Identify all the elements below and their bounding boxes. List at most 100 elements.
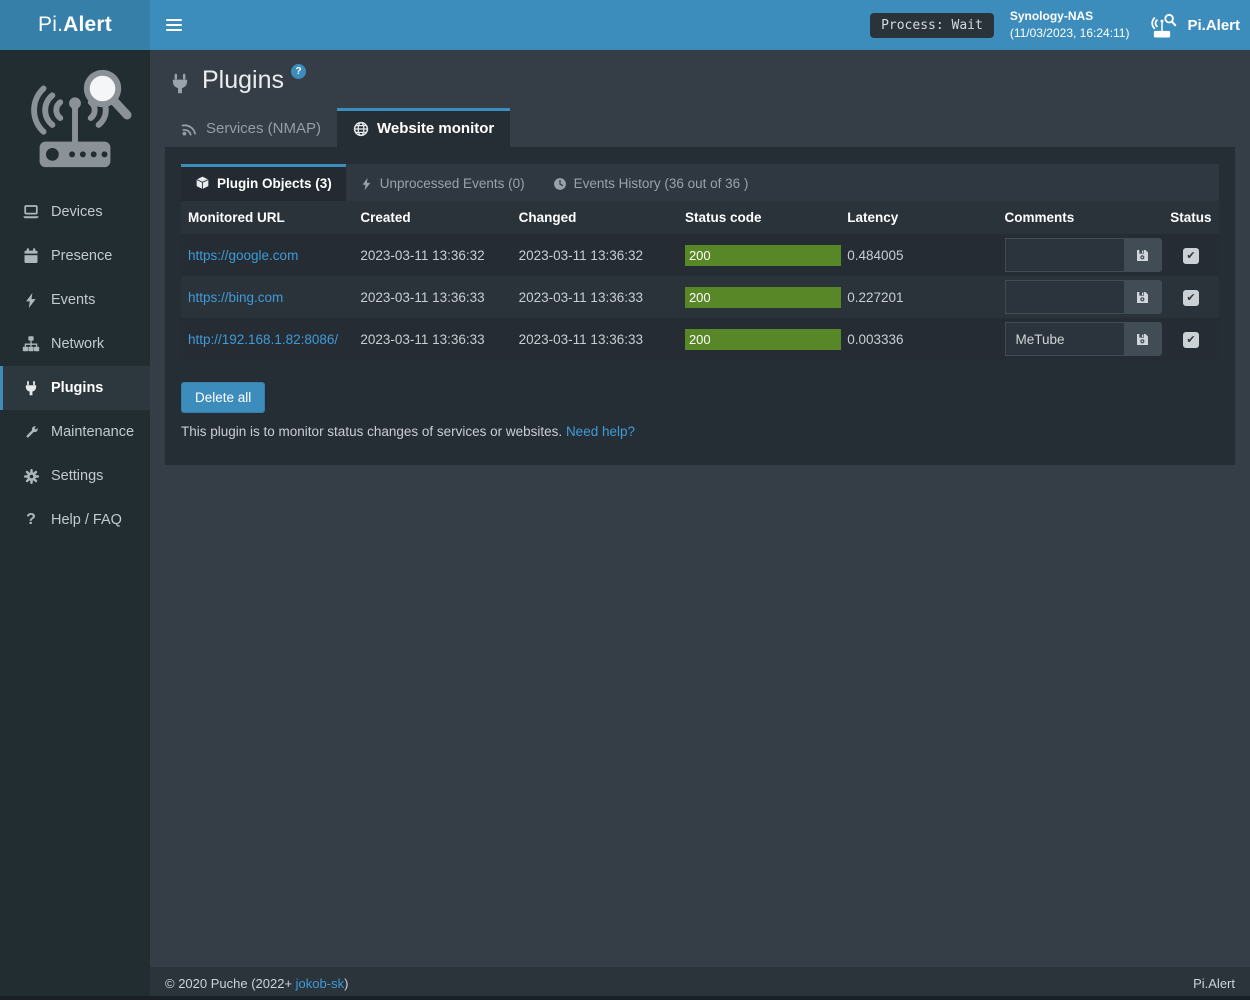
navbar-brand-text: Pi.Alert bbox=[1187, 17, 1240, 34]
host-info: Synology-NAS (11/03/2023, 16:24:11) bbox=[1010, 8, 1130, 42]
save-icon bbox=[1135, 248, 1150, 263]
save-comment-button[interactable] bbox=[1124, 238, 1162, 272]
col-status: Status bbox=[1163, 201, 1219, 234]
sidebar-item-label: Settings bbox=[51, 468, 103, 484]
plug-icon bbox=[169, 72, 191, 96]
comment-input[interactable] bbox=[1005, 322, 1124, 356]
col-monitored-url: Monitored URL bbox=[181, 201, 353, 234]
sidebar-item-label: Presence bbox=[51, 248, 112, 264]
main-content: Plugins ? Services (NMAP) Website monito… bbox=[150, 50, 1250, 967]
monitored-url-link[interactable]: https://google.com bbox=[188, 248, 298, 263]
navbar-brand[interactable]: Pi.Alert bbox=[1145, 11, 1240, 39]
tab-services-nmap[interactable]: Services (NMAP) bbox=[165, 108, 337, 147]
monitored-url-link[interactable]: https://bing.com bbox=[188, 290, 283, 305]
router-search-logo bbox=[16, 62, 134, 174]
save-comment-button[interactable] bbox=[1124, 322, 1162, 356]
wrench-icon bbox=[22, 423, 40, 441]
sidebar-item-presence[interactable]: Presence bbox=[0, 234, 150, 278]
sidebar: Devices Presence Events Network Plugins bbox=[0, 50, 150, 1000]
changed-value: 2023-03-11 13:36:33 bbox=[519, 332, 643, 347]
plug-icon bbox=[22, 379, 40, 397]
col-latency: Latency bbox=[840, 201, 997, 234]
bolt-icon bbox=[22, 291, 40, 309]
top-navbar: Pi.Alert Process: Wait Synology-NAS (11/… bbox=[0, 0, 1250, 50]
sidebar-menu: Devices Presence Events Network Plugins bbox=[0, 190, 150, 542]
sidebar-item-label: Plugins bbox=[51, 380, 103, 396]
app-logo-text: Pi.Alert bbox=[38, 13, 112, 37]
tab-label: Services (NMAP) bbox=[206, 120, 321, 137]
sidebar-item-help-faq[interactable]: ? Help / FAQ bbox=[0, 498, 150, 542]
sidebar-item-network[interactable]: Network bbox=[0, 322, 150, 366]
tab-unprocessed-events[interactable]: Unprocessed Events (0) bbox=[346, 164, 539, 201]
footer-credits: © 2020 Puche (2022+ jokob-sk) bbox=[165, 976, 348, 991]
sidebar-item-settings[interactable]: Settings bbox=[0, 454, 150, 498]
comment-input[interactable] bbox=[1005, 280, 1124, 314]
title-help-badge[interactable]: ? bbox=[291, 64, 306, 79]
calendar-icon bbox=[22, 247, 40, 265]
sidebar-item-events[interactable]: Events bbox=[0, 278, 150, 322]
sidebar-item-label: Devices bbox=[51, 204, 103, 220]
signal-icon bbox=[181, 120, 198, 137]
comment-editor bbox=[1005, 280, 1162, 314]
table-header-row: Monitored URL Created Changed Status cod… bbox=[181, 201, 1219, 234]
footer-credit-text: © 2020 Puche (2022+ bbox=[165, 976, 296, 991]
col-comments: Comments bbox=[998, 201, 1163, 234]
process-status-badge: Process: Wait bbox=[870, 13, 994, 38]
window-bottom-edge bbox=[0, 996, 1250, 1000]
website-monitor-panel: Plugin Objects (3) Unprocessed Events (0… bbox=[165, 147, 1235, 465]
save-comment-button[interactable] bbox=[1124, 280, 1162, 314]
created-value: 2023-03-11 13:36:33 bbox=[360, 290, 484, 305]
page-title-text: Plugins bbox=[202, 66, 284, 95]
cube-icon bbox=[195, 176, 210, 191]
plugin-objects-table: Monitored URL Created Changed Status cod… bbox=[181, 201, 1219, 360]
sidebar-item-devices[interactable]: Devices bbox=[0, 190, 150, 234]
sidebar-item-plugins[interactable]: Plugins bbox=[0, 366, 150, 410]
col-created: Created bbox=[353, 201, 511, 234]
app-logo[interactable]: Pi.Alert bbox=[0, 0, 150, 50]
tab-label: Events History (36 out of 36 ) bbox=[574, 176, 749, 191]
tab-label: Plugin Objects (3) bbox=[217, 176, 332, 191]
delete-all-button[interactable]: Delete all bbox=[181, 382, 265, 413]
status-checkbox[interactable]: ✔ bbox=[1183, 248, 1199, 264]
sitemap-icon bbox=[22, 335, 40, 353]
sidebar-item-label: Network bbox=[51, 336, 104, 352]
need-help-link[interactable]: Need help? bbox=[566, 424, 635, 439]
tab-label: Website monitor bbox=[377, 120, 494, 137]
tab-website-monitor[interactable]: Website monitor bbox=[337, 108, 510, 147]
plugin-object-tabs: Plugin Objects (3) Unprocessed Events (0… bbox=[181, 164, 1219, 201]
footer-credit-suffix: ) bbox=[344, 976, 348, 991]
status-checkbox[interactable]: ✔ bbox=[1183, 290, 1199, 306]
created-value: 2023-03-11 13:36:32 bbox=[360, 248, 484, 263]
monitored-url-link[interactable]: http://192.168.1.82:8086/ bbox=[188, 332, 338, 347]
clock-icon bbox=[553, 177, 567, 191]
router-search-icon bbox=[1145, 11, 1179, 39]
tab-events-history[interactable]: Events History (36 out of 36 ) bbox=[539, 164, 763, 201]
sidebar-item-label: Help / FAQ bbox=[51, 512, 122, 528]
plugin-description: This plugin is to monitor status changes… bbox=[181, 424, 1219, 439]
page-title: Plugins ? bbox=[169, 66, 1235, 96]
sidebar-item-label: Maintenance bbox=[51, 424, 134, 440]
laptop-icon bbox=[22, 203, 40, 221]
hamburger-menu-icon[interactable] bbox=[150, 0, 198, 50]
table-row: https://google.com 2023-03-11 13:36:32 2… bbox=[181, 234, 1219, 276]
status-code-bar: 200 bbox=[685, 329, 841, 350]
status-checkbox[interactable]: ✔ bbox=[1183, 332, 1199, 348]
table-row: https://bing.com 2023-03-11 13:36:33 202… bbox=[181, 276, 1219, 318]
tab-label: Unprocessed Events (0) bbox=[380, 176, 525, 191]
sidebar-item-maintenance[interactable]: Maintenance bbox=[0, 410, 150, 454]
status-code-bar: 200 bbox=[685, 287, 841, 308]
latency-value: 0.484005 bbox=[847, 248, 903, 263]
plugin-tabs: Services (NMAP) Website monitor bbox=[165, 108, 1235, 147]
tab-plugin-objects[interactable]: Plugin Objects (3) bbox=[181, 164, 346, 201]
footer-brand: Pi.Alert bbox=[1193, 976, 1235, 991]
globe-icon bbox=[353, 121, 369, 137]
changed-value: 2023-03-11 13:36:32 bbox=[519, 248, 643, 263]
comment-editor bbox=[1005, 322, 1162, 356]
plugin-description-text: This plugin is to monitor status changes… bbox=[181, 424, 562, 439]
jokob-sk-link[interactable]: jokob-sk bbox=[296, 976, 344, 991]
latency-value: 0.227201 bbox=[847, 290, 903, 305]
save-icon bbox=[1135, 332, 1150, 347]
gear-icon bbox=[22, 467, 40, 485]
latency-value: 0.003336 bbox=[847, 332, 903, 347]
comment-input[interactable] bbox=[1005, 238, 1124, 272]
